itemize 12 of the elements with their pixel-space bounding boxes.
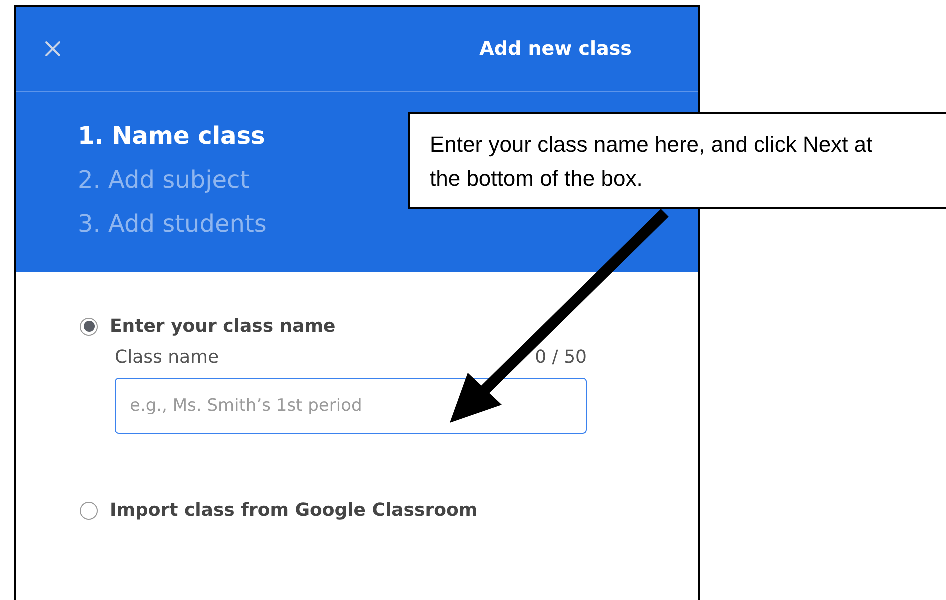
field-label: Class name — [115, 347, 220, 368]
step-item: 1. Name class — [78, 121, 266, 152]
radio-button[interactable] — [80, 502, 98, 520]
option-label[interactable]: Import class from Google Classroom — [110, 500, 478, 521]
callout-text: Enter your class name here, and click Next at the bottom of the box. — [430, 131, 874, 193]
dialog-title: Add new class — [480, 38, 632, 60]
option-label[interactable]: Enter your class name — [110, 316, 336, 337]
radio-button[interactable] — [80, 318, 98, 336]
class-name-field[interactable]: e.g., Ms. Smith’s 1st period — [115, 378, 587, 434]
step-item: 3. Add students — [78, 209, 267, 240]
character-counter: 0 / 50 — [535, 347, 587, 368]
step-item: 2. Add subject — [78, 165, 250, 196]
